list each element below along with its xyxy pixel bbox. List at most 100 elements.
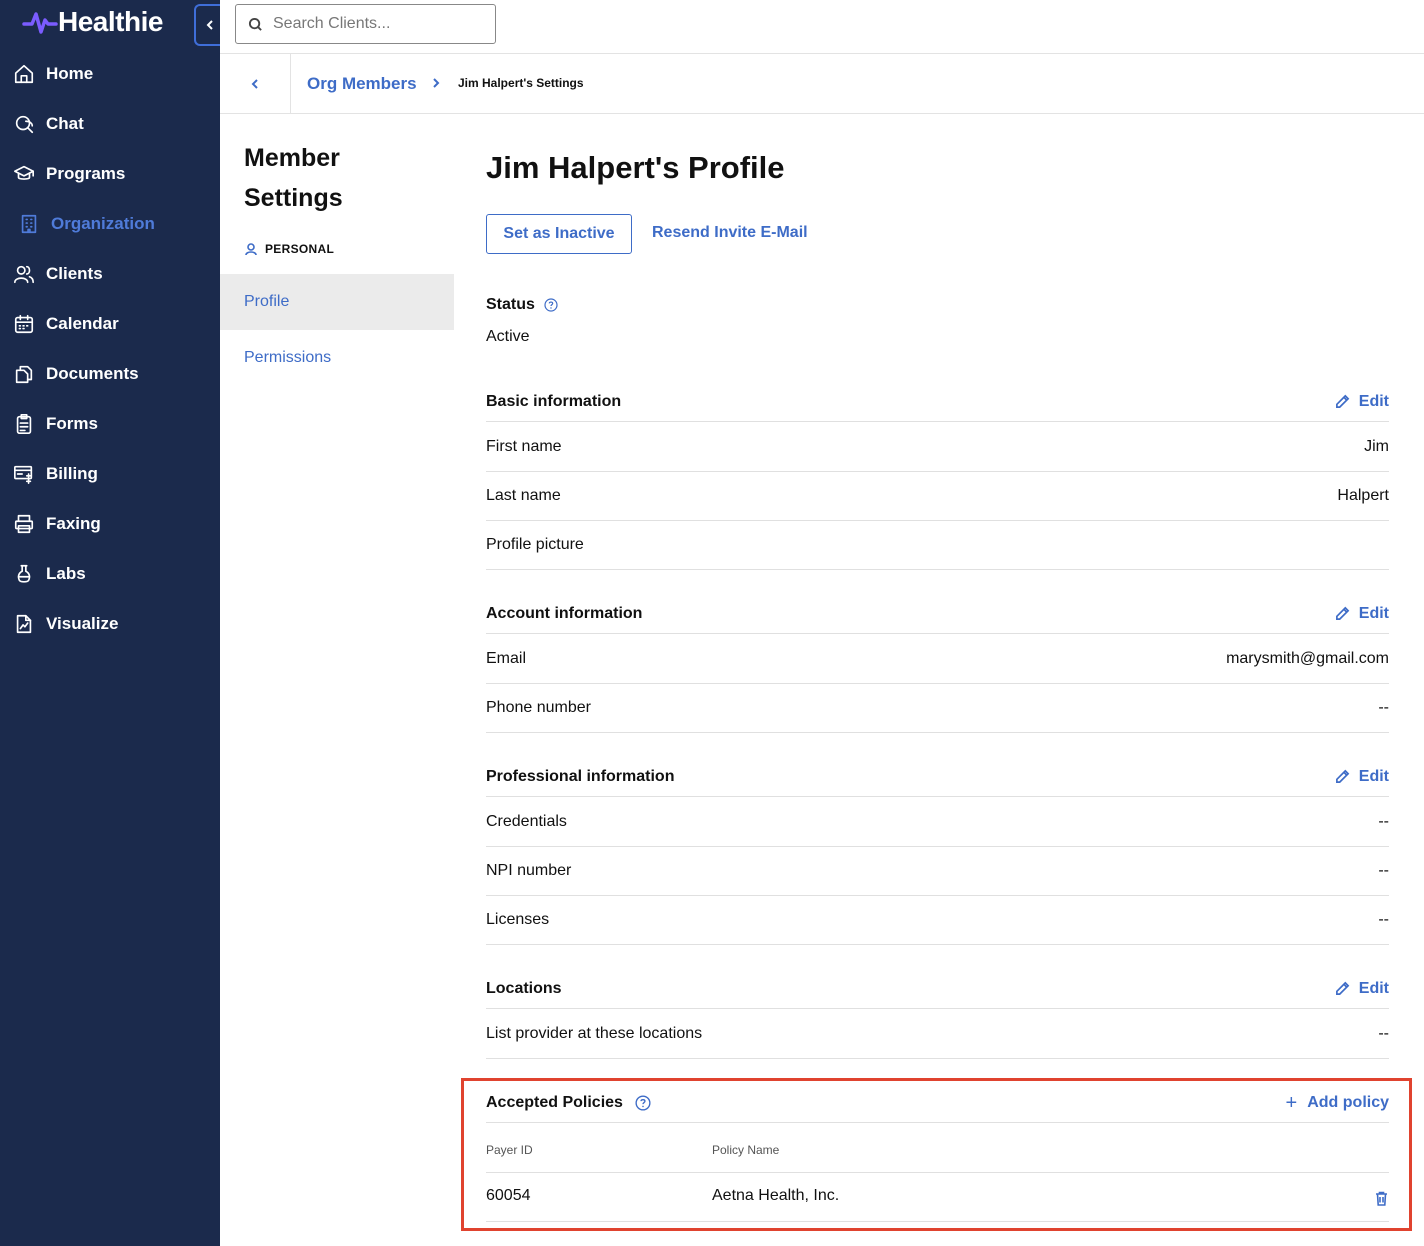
- help-circle-icon[interactable]: [544, 298, 558, 312]
- field-label: Last name: [486, 487, 561, 504]
- field-row-phone: Phone number --: [486, 684, 1389, 733]
- clipboard-icon: [12, 412, 36, 436]
- field-label: Credentials: [486, 813, 567, 830]
- status-label: Status: [486, 296, 535, 313]
- top-bar: [220, 0, 1424, 54]
- field-value: --: [1378, 1025, 1389, 1042]
- page-title: Jim Halpert's Profile: [486, 150, 785, 185]
- edit-label: Edit: [1358, 392, 1389, 410]
- help-circle-icon[interactable]: [635, 1094, 651, 1111]
- nav-label: Forms: [46, 414, 98, 433]
- field-row-npi: NPI number --: [486, 847, 1389, 896]
- breadcrumb: Org Members Jim Halpert's Settings: [220, 54, 1424, 114]
- trash-icon[interactable]: [1375, 1191, 1388, 1206]
- policy-payer-id: 60054: [486, 1187, 531, 1204]
- edit-locations-button[interactable]: Edit: [1335, 980, 1389, 998]
- nav-item-visualize[interactable]: Visualize: [0, 599, 220, 649]
- field-value: --: [1378, 911, 1389, 928]
- nav-item-home[interactable]: Home: [0, 49, 220, 99]
- field-row-profile-picture: Profile picture: [486, 521, 1389, 570]
- billing-icon: [12, 462, 36, 486]
- printer-icon: [12, 512, 36, 536]
- field-row-first-name: First name Jim: [486, 423, 1389, 472]
- pencil-icon: [1335, 606, 1350, 620]
- settings-title: Member Settings: [244, 144, 343, 212]
- status-heading: Status: [486, 296, 558, 314]
- documents-icon: [12, 362, 36, 386]
- graduation-cap-icon: [12, 162, 36, 186]
- breadcrumb-current: Jim Halpert's Settings: [458, 76, 584, 90]
- field-label: First name: [486, 438, 562, 455]
- policies-title: Accepted Policies: [486, 1093, 623, 1111]
- nav-label: Clients: [46, 264, 103, 283]
- flask-icon: [12, 562, 36, 586]
- nav-item-billing[interactable]: Billing: [0, 449, 220, 499]
- field-row-locations: List provider at these locations --: [486, 1010, 1389, 1059]
- chat-icon: [12, 112, 36, 136]
- nav-label: Documents: [46, 364, 139, 383]
- search-input[interactable]: [273, 15, 473, 33]
- subnav-item-profile[interactable]: Profile: [220, 274, 454, 330]
- policies-title-wrap: Accepted Policies: [486, 1094, 651, 1112]
- set-inactive-button[interactable]: Set as Inactive: [486, 214, 632, 254]
- field-row-licenses: Licenses --: [486, 896, 1389, 945]
- field-value: --: [1378, 699, 1389, 716]
- nav-label: Labs: [46, 564, 86, 583]
- nav-item-clients[interactable]: Clients: [0, 249, 220, 299]
- nav-label: Organization: [51, 214, 155, 233]
- nav-item-faxing[interactable]: Faxing: [0, 499, 220, 549]
- subnav-item-permissions[interactable]: Permissions: [220, 330, 454, 386]
- section-personal: PERSONAL: [244, 242, 334, 256]
- healthie-logo[interactable]: Healthie: [22, 6, 163, 38]
- edit-professional-info-button[interactable]: Edit: [1335, 768, 1389, 786]
- field-value: marysmith@gmail.com: [1226, 650, 1389, 667]
- table-divider: [486, 1172, 1389, 1173]
- basic-info-header: Basic information Edit: [486, 382, 1389, 422]
- nav-item-programs[interactable]: Programs: [0, 149, 220, 199]
- calendar-icon: [12, 312, 36, 336]
- field-label: List provider at these locations: [486, 1025, 703, 1042]
- nav-item-forms[interactable]: Forms: [0, 399, 220, 449]
- edit-basic-info-button[interactable]: Edit: [1335, 393, 1389, 411]
- nav-item-documents[interactable]: Documents: [0, 349, 220, 399]
- nav-label: Chat: [46, 114, 84, 133]
- field-label: NPI number: [486, 862, 572, 879]
- logo-text: Healthie: [58, 6, 163, 37]
- account-info-header: Account information Edit: [486, 594, 1389, 634]
- policy-name: Aetna Health, Inc.: [712, 1187, 840, 1204]
- chevron-left-icon: [206, 20, 213, 30]
- sidebar: Healthie Home Chat Programs Organization…: [0, 0, 224, 1246]
- column-header-payer-id: Payer ID: [486, 1143, 533, 1157]
- nav-label: Faxing: [46, 514, 101, 533]
- nav-label: Calendar: [46, 314, 119, 333]
- professional-info-title: Professional information: [486, 767, 675, 785]
- locations-title: Locations: [486, 979, 562, 997]
- status-value: Active: [486, 328, 530, 345]
- field-row-email: Email marysmith@gmail.com: [486, 635, 1389, 684]
- nav-item-labs[interactable]: Labs: [0, 549, 220, 599]
- nav-item-organization[interactable]: Organization: [0, 199, 220, 249]
- breadcrumb-org-members-link[interactable]: Org Members: [307, 74, 417, 94]
- search-box[interactable]: [235, 4, 496, 44]
- edit-label: Edit: [1358, 767, 1389, 785]
- edit-account-info-button[interactable]: Edit: [1335, 605, 1389, 623]
- field-label: Phone number: [486, 699, 591, 716]
- home-icon: [12, 62, 36, 86]
- policies-header: Accepted Policies + Add policy: [486, 1083, 1389, 1123]
- nav-item-chat[interactable]: Chat: [0, 99, 220, 149]
- field-value: Halpert: [1337, 487, 1389, 504]
- field-value: Jim: [1364, 438, 1389, 455]
- resend-invite-button[interactable]: Resend Invite E-Mail: [652, 224, 808, 242]
- back-button[interactable]: [220, 54, 291, 113]
- building-icon: [17, 212, 41, 236]
- add-policy-label: Add policy: [1307, 1093, 1389, 1111]
- pencil-icon: [1335, 394, 1350, 408]
- field-label: Profile picture: [486, 536, 584, 553]
- logo-pulse-icon: [22, 12, 58, 34]
- plus-icon: +: [1285, 1091, 1298, 1114]
- add-policy-button[interactable]: + Add policy: [1286, 1093, 1389, 1113]
- professional-info-header: Professional information Edit: [486, 757, 1389, 797]
- edit-label: Edit: [1358, 979, 1389, 997]
- field-label: Email: [486, 650, 527, 667]
- nav-item-calendar[interactable]: Calendar: [0, 299, 220, 349]
